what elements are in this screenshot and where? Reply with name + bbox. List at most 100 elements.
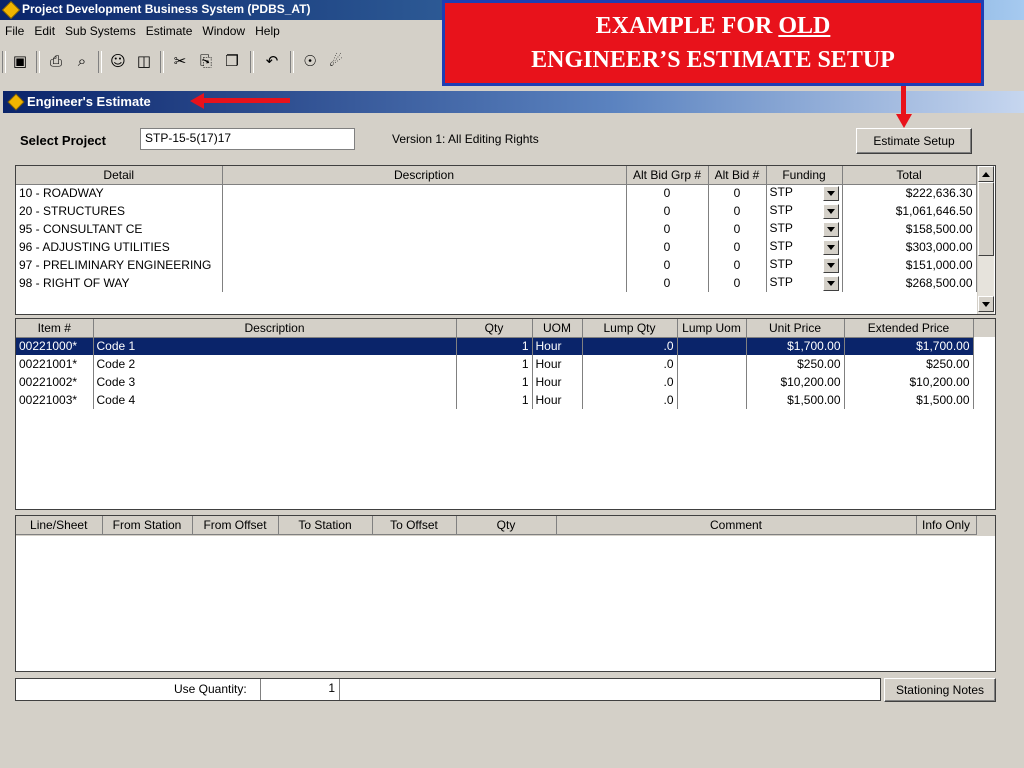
lump-uom-cell[interactable]	[677, 355, 747, 373]
table-row[interactable]: 20 - STRUCTURES 0 0 STP $1,061,646.50	[16, 202, 977, 220]
description-cell[interactable]	[222, 256, 627, 274]
col-item-number[interactable]: Item #	[16, 319, 94, 338]
lump-qty-cell[interactable]: .0	[582, 337, 678, 355]
detail-cell[interactable]: 97 - PRELIMINARY ENGINEERING	[16, 256, 223, 274]
use-quantity-field[interactable]: 1	[260, 679, 340, 700]
col-description[interactable]: Description	[222, 166, 627, 185]
description-cell[interactable]	[222, 220, 627, 238]
menu-estimate[interactable]: Estimate	[141, 20, 198, 38]
col-lump-qty[interactable]: Lump Qty	[582, 319, 678, 338]
description-cell[interactable]: Code 2	[93, 355, 457, 373]
col-to-offset[interactable]: To Offset	[372, 516, 457, 535]
alt-grp-cell[interactable]: 0	[626, 238, 709, 256]
scroll-up-icon[interactable]	[978, 166, 994, 182]
description-cell[interactable]: Code 4	[93, 391, 457, 409]
table-row[interactable]: 95 - CONSULTANT CE 0 0 STP $158,500.00	[16, 220, 977, 238]
alt-grp-cell[interactable]: 0	[626, 274, 709, 292]
detail-cell[interactable]: 98 - RIGHT OF WAY	[16, 274, 223, 292]
alt-bid-cell[interactable]: 0	[708, 274, 767, 292]
col-from-station[interactable]: From Station	[102, 516, 193, 535]
lump-qty-cell[interactable]: .0	[582, 391, 678, 409]
col-extended-price[interactable]: Extended Price	[844, 319, 974, 338]
menu-help[interactable]: Help	[250, 20, 285, 38]
detail-cell[interactable]: 96 - ADJUSTING UTILITIES	[16, 238, 223, 256]
print-icon[interactable]: ⎙	[46, 51, 66, 71]
save-icon[interactable]: ▣	[10, 51, 30, 71]
lump-qty-cell[interactable]: .0	[582, 355, 678, 373]
description-cell[interactable]	[222, 202, 627, 220]
columns-icon[interactable]: ◫	[134, 51, 154, 71]
lump-qty-cell[interactable]: .0	[582, 373, 678, 391]
description-cell[interactable]: Code 3	[93, 373, 457, 391]
unit-price-cell[interactable]: $10,200.00	[746, 373, 845, 391]
estimate-setup-button[interactable]: Estimate Setup	[856, 128, 972, 154]
col-line-sheet[interactable]: Line/Sheet	[16, 516, 103, 535]
col-from-offset[interactable]: From Offset	[192, 516, 279, 535]
table-row[interactable]: 10 - ROADWAY 0 0 STP $222,636.30	[16, 184, 977, 202]
menu-file[interactable]: File	[0, 20, 29, 38]
unit-price-cell[interactable]: $250.00	[746, 355, 845, 373]
chevron-down-icon[interactable]	[822, 204, 839, 219]
item-cell[interactable]: 00221003*	[16, 391, 94, 409]
scroll-thumb[interactable]	[978, 182, 994, 256]
paste-icon[interactable]: ❐	[222, 51, 242, 71]
groups-scrollbar[interactable]	[977, 166, 994, 314]
table-row[interactable]: 00221003* Code 4 1 Hour .0 $1,500.00 $1,…	[16, 391, 974, 409]
detail-cell[interactable]: 20 - STRUCTURES	[16, 202, 223, 220]
uom-cell[interactable]: Hour	[532, 373, 583, 391]
item-cell[interactable]: 00221000*	[16, 337, 94, 355]
qty-cell[interactable]: 1	[456, 337, 533, 355]
lump-uom-cell[interactable]	[677, 373, 747, 391]
alt-bid-cell[interactable]: 0	[708, 184, 767, 202]
col-alt-bid-grp[interactable]: Alt Bid Grp #	[626, 166, 709, 185]
alt-bid-cell[interactable]: 0	[708, 238, 767, 256]
uom-cell[interactable]: Hour	[532, 337, 583, 355]
table-row[interactable]: 00221001* Code 2 1 Hour .0 $250.00 $250.…	[16, 355, 974, 373]
item-cell[interactable]: 00221002*	[16, 373, 94, 391]
item-cell[interactable]: 00221001*	[16, 355, 94, 373]
uom-cell[interactable]: Hour	[532, 355, 583, 373]
alt-bid-cell[interactable]: 0	[708, 202, 767, 220]
funding-cell[interactable]: STP	[766, 202, 843, 220]
find-icon[interactable]: ☉	[300, 51, 320, 71]
qty-cell[interactable]: 1	[456, 373, 533, 391]
chevron-down-icon[interactable]	[822, 240, 839, 255]
col-funding[interactable]: Funding	[766, 166, 843, 185]
find-replace-icon[interactable]: ☄	[326, 51, 346, 71]
project-field[interactable]: STP-15-5(17)17	[140, 128, 355, 150]
col-qty[interactable]: Qty	[456, 319, 533, 338]
col-total[interactable]: Total	[842, 166, 977, 185]
col-qty[interactable]: Qty	[456, 516, 557, 535]
description-cell[interactable]	[222, 184, 627, 202]
description-cell[interactable]: Code 1	[93, 337, 457, 355]
col-lump-uom[interactable]: Lump Uom	[677, 319, 747, 338]
detail-cell[interactable]: 95 - CONSULTANT CE	[16, 220, 223, 238]
scroll-down-icon[interactable]	[978, 296, 994, 312]
qty-cell[interactable]: 1	[456, 355, 533, 373]
menu-edit[interactable]: Edit	[29, 20, 60, 38]
table-row[interactable]: 98 - RIGHT OF WAY 0 0 STP $268,500.00	[16, 274, 977, 292]
funding-cell[interactable]: STP	[766, 256, 843, 274]
col-to-station[interactable]: To Station	[278, 516, 373, 535]
uom-cell[interactable]: Hour	[532, 391, 583, 409]
person-icon[interactable]: ☺	[108, 51, 128, 71]
col-comment[interactable]: Comment	[556, 516, 917, 535]
copy-icon[interactable]: ⎘	[196, 51, 216, 71]
undo-icon[interactable]: ↶	[262, 51, 282, 71]
alt-grp-cell[interactable]: 0	[626, 184, 709, 202]
col-info-only[interactable]: Info Only	[916, 516, 977, 535]
alt-bid-cell[interactable]: 0	[708, 256, 767, 274]
chevron-down-icon[interactable]	[822, 186, 839, 202]
print-preview-icon[interactable]: ⌕	[72, 51, 92, 71]
lump-uom-cell[interactable]	[677, 391, 747, 409]
funding-cell[interactable]: STP	[766, 274, 843, 292]
col-description[interactable]: Description	[93, 319, 457, 338]
detail-cell[interactable]: 10 - ROADWAY	[16, 184, 223, 202]
alt-bid-cell[interactable]: 0	[708, 220, 767, 238]
col-unit-price[interactable]: Unit Price	[746, 319, 845, 338]
alt-grp-cell[interactable]: 0	[626, 220, 709, 238]
table-row[interactable]: 96 - ADJUSTING UTILITIES 0 0 STP $303,00…	[16, 238, 977, 256]
qty-cell[interactable]: 1	[456, 391, 533, 409]
unit-price-cell[interactable]: $1,700.00	[746, 337, 845, 355]
chevron-down-icon[interactable]	[822, 222, 839, 237]
